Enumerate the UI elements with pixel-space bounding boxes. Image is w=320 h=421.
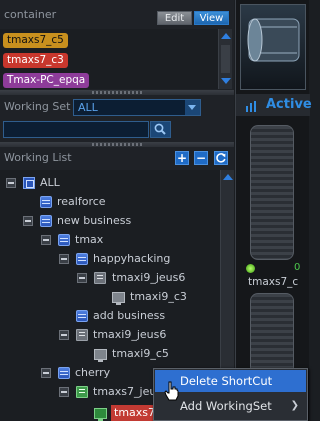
refresh-button[interactable] — [214, 151, 228, 165]
server-icon — [76, 329, 88, 341]
scroll-down-arrow-icon[interactable] — [221, 78, 231, 84]
tree-node-label: tmaxs7_jeus — [93, 385, 160, 398]
scroll-up-arrow-icon[interactable] — [221, 33, 231, 39]
collapse-icon[interactable] — [77, 273, 87, 283]
tree-node-label: tmaxi9_c5 — [112, 347, 169, 360]
server-name-label: tmaxs7_c — [248, 276, 299, 288]
refresh-icon — [216, 153, 226, 163]
working-set-select[interactable]: ALL — [73, 99, 201, 116]
collapse-icon[interactable] — [41, 235, 51, 245]
tree-node-happyhacking[interactable]: happyhacking — [0, 250, 220, 268]
submenu-arrow-icon: ❯ — [290, 400, 299, 411]
server-image — [240, 4, 306, 90]
working-list-title: Working List — [4, 151, 72, 164]
right-panel: Active 0 tmaxs7_c — [235, 0, 312, 421]
search-input[interactable] — [3, 121, 149, 138]
scroll-thumb[interactable] — [221, 45, 230, 73]
container-scrollbar[interactable] — [218, 29, 232, 89]
tree-node-container[interactable]: tmaxi9_c3 — [0, 288, 220, 306]
collapse-icon[interactable] — [6, 178, 16, 188]
chevron-down-icon — [188, 105, 196, 110]
collapse-icon[interactable] — [59, 254, 69, 264]
monitor-icon — [94, 349, 107, 362]
database-icon — [58, 367, 70, 379]
tree-node-label: tmax — [75, 233, 104, 246]
collapse-icon[interactable] — [59, 330, 69, 340]
tree-node-label: tmaxi9_jeus6 — [93, 328, 167, 341]
tree-node-label: happyhacking — [93, 252, 171, 265]
database-icon — [76, 253, 88, 265]
tree-node-label: add business — [93, 309, 166, 322]
splitter-grip[interactable] — [92, 143, 142, 146]
active-count: 0 — [294, 262, 301, 273]
working-set-dropdown-button[interactable] — [185, 100, 200, 115]
add-workingset-label: Add WorkingSet — [180, 399, 272, 413]
expand-all-button[interactable]: + — [175, 151, 189, 165]
collapse-all-button[interactable]: − — [194, 151, 208, 165]
server-graphic-icon — [247, 18, 300, 62]
splitter[interactable] — [0, 142, 234, 147]
tree-node-label: new business — [57, 214, 132, 227]
root-icon — [23, 177, 35, 189]
server-stack — [250, 125, 294, 260]
monitor-icon — [112, 292, 125, 305]
collapse-icon[interactable] — [23, 216, 33, 226]
search-icon — [154, 123, 166, 135]
container-chip[interactable]: Tmax-PC_epqa — [3, 73, 90, 88]
collapse-icon[interactable] — [59, 387, 69, 397]
tree-node-server[interactable]: tmaxs7_jeus — [0, 383, 160, 401]
view-button[interactable]: View — [194, 11, 229, 25]
tree-node-realforce[interactable]: realforce — [0, 193, 220, 211]
tree-node-container-selected[interactable] — [0, 404, 111, 421]
scroll-up-arrow-icon[interactable] — [223, 174, 233, 180]
tree-node-new-business[interactable]: new business — [0, 212, 220, 230]
status-dot-icon — [246, 264, 255, 273]
tree-node-add-business[interactable]: add business — [0, 307, 220, 325]
tree-node-label: realforce — [57, 195, 106, 208]
left-panel: container Edit View tmaxs7_c5 tmaxs7_c3 … — [0, 0, 234, 421]
tree-node-all[interactable]: ALL — [0, 174, 220, 192]
container-chip[interactable]: tmaxs7_c5 — [3, 33, 68, 48]
bar-chart-icon — [246, 101, 256, 112]
tree-node-label: tmaxi9_jeus6 — [112, 271, 186, 284]
splitter-grip[interactable] — [92, 91, 142, 94]
tree-node-server[interactable]: tmaxi9_jeus6 — [0, 269, 220, 287]
tree-node-label: cherry — [75, 366, 111, 379]
tree-node-container[interactable]: tmaxi9_c5 — [0, 345, 220, 363]
database-icon — [40, 196, 52, 208]
hand-cursor-icon — [164, 381, 179, 401]
database-icon — [76, 310, 88, 322]
selected-tree-node-label[interactable]: tmaxs7_c5 — [111, 405, 155, 421]
collapse-icon[interactable] — [41, 368, 51, 378]
search-button[interactable] — [150, 121, 171, 138]
tree-node-tmax[interactable]: tmax — [0, 231, 220, 249]
container-chip[interactable]: tmaxs7_c3 — [3, 53, 68, 68]
tree-node-label: tmaxi9_c3 — [130, 290, 187, 303]
database-icon — [40, 215, 52, 227]
container-title: container — [4, 8, 57, 21]
working-set-label: Working Set — [4, 100, 71, 113]
tree-node-server[interactable]: tmaxi9_jeus6 — [0, 326, 220, 344]
tree-node-label: ALL — [40, 176, 60, 189]
database-icon — [58, 234, 70, 246]
active-label: Active — [266, 97, 312, 112]
monitor-icon — [94, 408, 107, 421]
server-icon — [76, 386, 88, 398]
server-icon — [94, 272, 106, 284]
splitter[interactable] — [0, 90, 234, 95]
edit-button[interactable]: Edit — [157, 11, 192, 25]
